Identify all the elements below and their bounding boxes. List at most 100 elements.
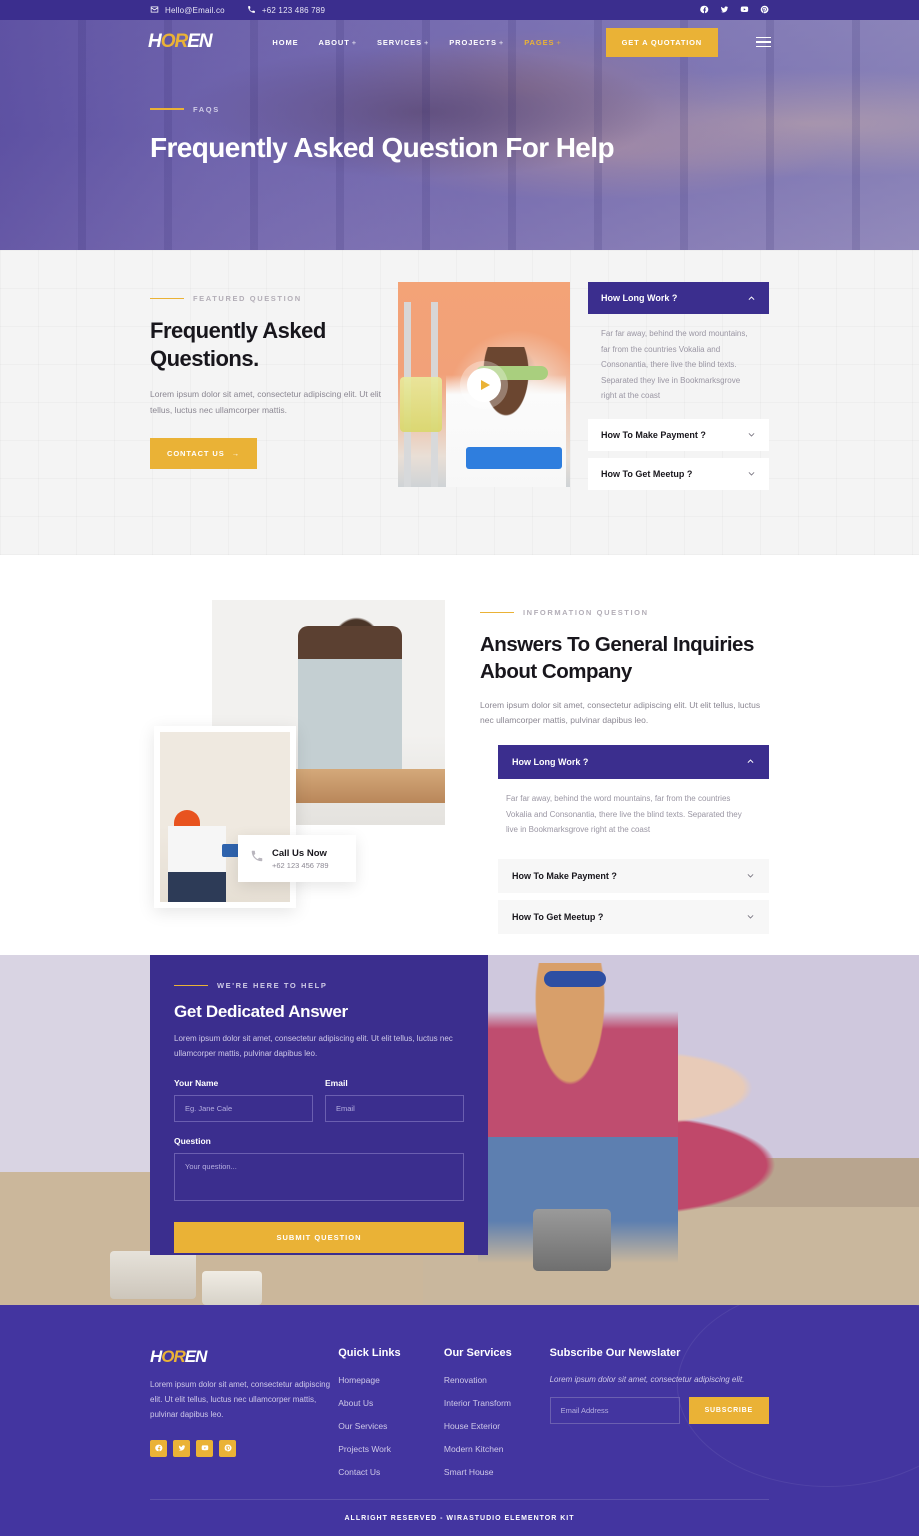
quick-link-our-services[interactable]: Our Services [338,1421,444,1431]
facebook-icon[interactable] [700,1,709,19]
pinterest-icon[interactable] [760,1,769,19]
email-input[interactable] [325,1094,464,1122]
accordion-question: How To Get Meetup ? [512,911,604,922]
site-logo[interactable]: HOREN [148,31,213,53]
hero-eyebrow-label: FAQS [193,104,220,114]
site-footer: HOREN Lorem ipsum dolor sit amet, consec… [0,1305,919,1536]
featured-title: Frequently Asked Questions. [150,318,326,371]
question-textarea[interactable] [174,1152,464,1201]
contact-eyebrow-label: WE'RE HERE TO HELP [217,981,328,990]
nav-item-pages-label: PAGES [524,37,555,47]
question-field-group: Question [174,1136,464,1206]
accordion-item: How Long Work ? Far far away, behind the… [588,282,769,412]
eyebrow-dash [150,108,184,110]
eyebrow-dash [150,297,184,300]
topbar-email[interactable]: Hello@Email.co [150,5,225,16]
plus-icon: + [351,37,357,47]
nav-item-pages[interactable]: PAGES + [524,38,561,47]
newsletter-title: Subscribe Our Newslater [549,1347,681,1359]
envelope-icon [150,5,159,16]
chevron-up-icon [746,757,755,766]
accordion-answer: Far far away, behind the word mountains,… [601,329,748,401]
accordion-header[interactable]: How Long Work ? [588,282,769,314]
quick-link-homepage[interactable]: Homepage [338,1375,444,1385]
call-us-card[interactable]: Call Us Now +62 123 456 789 [238,835,356,882]
footer-logo[interactable]: HOREN [150,1347,338,1367]
accordion-header[interactable]: How To Make Payment ? [588,418,769,451]
top-bar: Hello@Email.co +62 123 486 789 [0,0,919,20]
services-title: Our Services [443,1347,512,1359]
contact-eyebrow: WE'RE HERE TO HELP [174,981,464,990]
accordion-answer: Far far away, behind the word mountains,… [506,793,742,835]
submit-question-button[interactable]: SUBMIT QUESTION [174,1221,464,1253]
twitter-icon[interactable] [173,1439,190,1457]
contact-form-row: Your Name Email [174,1078,464,1122]
play-button-icon[interactable] [467,367,501,402]
logo-part-a: H [148,31,162,52]
video-image-bucket [400,377,442,432]
newsletter-description: Lorem ipsum dolor sit amet, consectetur … [549,1375,745,1384]
accordion-item: How To Get Meetup ? [588,457,769,490]
subscribe-button[interactable]: SUBSCRIBE [688,1397,769,1424]
service-link-modern-kitchen[interactable]: Modern Kitchen [444,1444,550,1454]
nav-item-about[interactable]: ABOUT + [319,38,357,47]
topbar-phone[interactable]: +62 123 486 789 [247,5,325,16]
quick-link-about-us[interactable]: About Us [338,1398,444,1408]
faq-page: Hello@Email.co +62 123 486 789 HOREN HOM… [0,0,919,1536]
nav-item-services[interactable]: SERVICES + [377,38,429,47]
nav-item-projects-label: PROJECTS [449,37,497,47]
footer-description: Lorem ipsum dolor sit amet, consectetur … [150,1380,331,1420]
footer-logo-part-c: EN [184,1347,208,1366]
phone-icon [247,5,256,16]
accordion-header[interactable]: How To Get Meetup ? [498,899,769,934]
copyright-text: ALLRIGHT RESERVED - WIRASTUDIO ELEMENTOR… [344,1514,575,1522]
accordion-item: How Long Work ? Far far away, behind the… [498,744,769,852]
chevron-down-icon [746,912,755,921]
nav-item-home[interactable]: HOME [272,38,298,47]
email-field-group: Email [325,1078,464,1122]
name-field-label: Your Name [174,1077,219,1088]
youtube-icon[interactable] [740,1,749,19]
service-link-interior-transform[interactable]: Interior Transform [444,1398,550,1408]
name-input[interactable] [174,1094,313,1122]
featured-accordion: How Long Work ? Far far away, behind the… [588,282,769,497]
accordion-question: How To Get Meetup ? [601,468,693,479]
quick-link-contact-us[interactable]: Contact Us [338,1467,444,1477]
footer-brand-column: HOREN Lorem ipsum dolor sit amet, consec… [150,1347,338,1490]
chevron-down-icon [746,871,755,880]
video-thumbnail[interactable] [398,282,570,487]
logo-part-b: OR [160,31,188,52]
nav-item-services-label: SERVICES [376,37,422,47]
pinterest-icon[interactable] [219,1439,236,1457]
service-link-smart-house[interactable]: Smart House [444,1467,550,1477]
phone-icon [250,849,264,868]
contact-form-section: WE'RE HERE TO HELP Get Dedicated Answer … [0,955,919,1305]
call-us-phone: +62 123 456 789 [272,860,329,870]
accordion-header[interactable]: How To Get Meetup ? [588,457,769,490]
footer-services-column: Our Services Renovation Interior Transfo… [444,1347,550,1490]
twitter-icon[interactable] [720,1,729,19]
quick-link-projects-work[interactable]: Projects Work [338,1444,444,1454]
nav-item-home-label: HOME [272,37,299,47]
eyebrow-dash [480,611,514,614]
facebook-icon[interactable] [150,1439,167,1457]
accordion-header[interactable]: How Long Work ? [498,744,769,779]
newsletter-email-input[interactable] [549,1397,680,1424]
chevron-up-icon [747,294,756,303]
accordion-header[interactable]: How To Make Payment ? [498,858,769,893]
information-text-column: INFORMATION QUESTION Answers To General … [480,600,769,941]
information-accordion: How Long Work ? Far far away, behind the… [498,744,769,934]
accordion-question: How Long Work ? [512,756,589,767]
hamburger-menu-icon[interactable] [756,36,771,48]
contact-us-button[interactable]: CONTACT US → [150,438,258,470]
service-link-house-exterior[interactable]: House Exterior [444,1421,550,1431]
topbar-social-links [700,1,769,19]
youtube-icon[interactable] [196,1439,213,1457]
nav-item-projects[interactable]: PROJECTS + [449,38,504,47]
information-images-column: Call Us Now +62 123 456 789 [150,600,445,910]
contact-form-card: WE'RE HERE TO HELP Get Dedicated Answer … [150,955,488,1255]
service-link-renovation[interactable]: Renovation [444,1375,550,1385]
accordion-item: How To Make Payment ? [498,858,769,893]
get-quotation-button[interactable]: GET A QUOTATION [605,27,718,57]
name-field-group: Your Name [174,1078,313,1122]
